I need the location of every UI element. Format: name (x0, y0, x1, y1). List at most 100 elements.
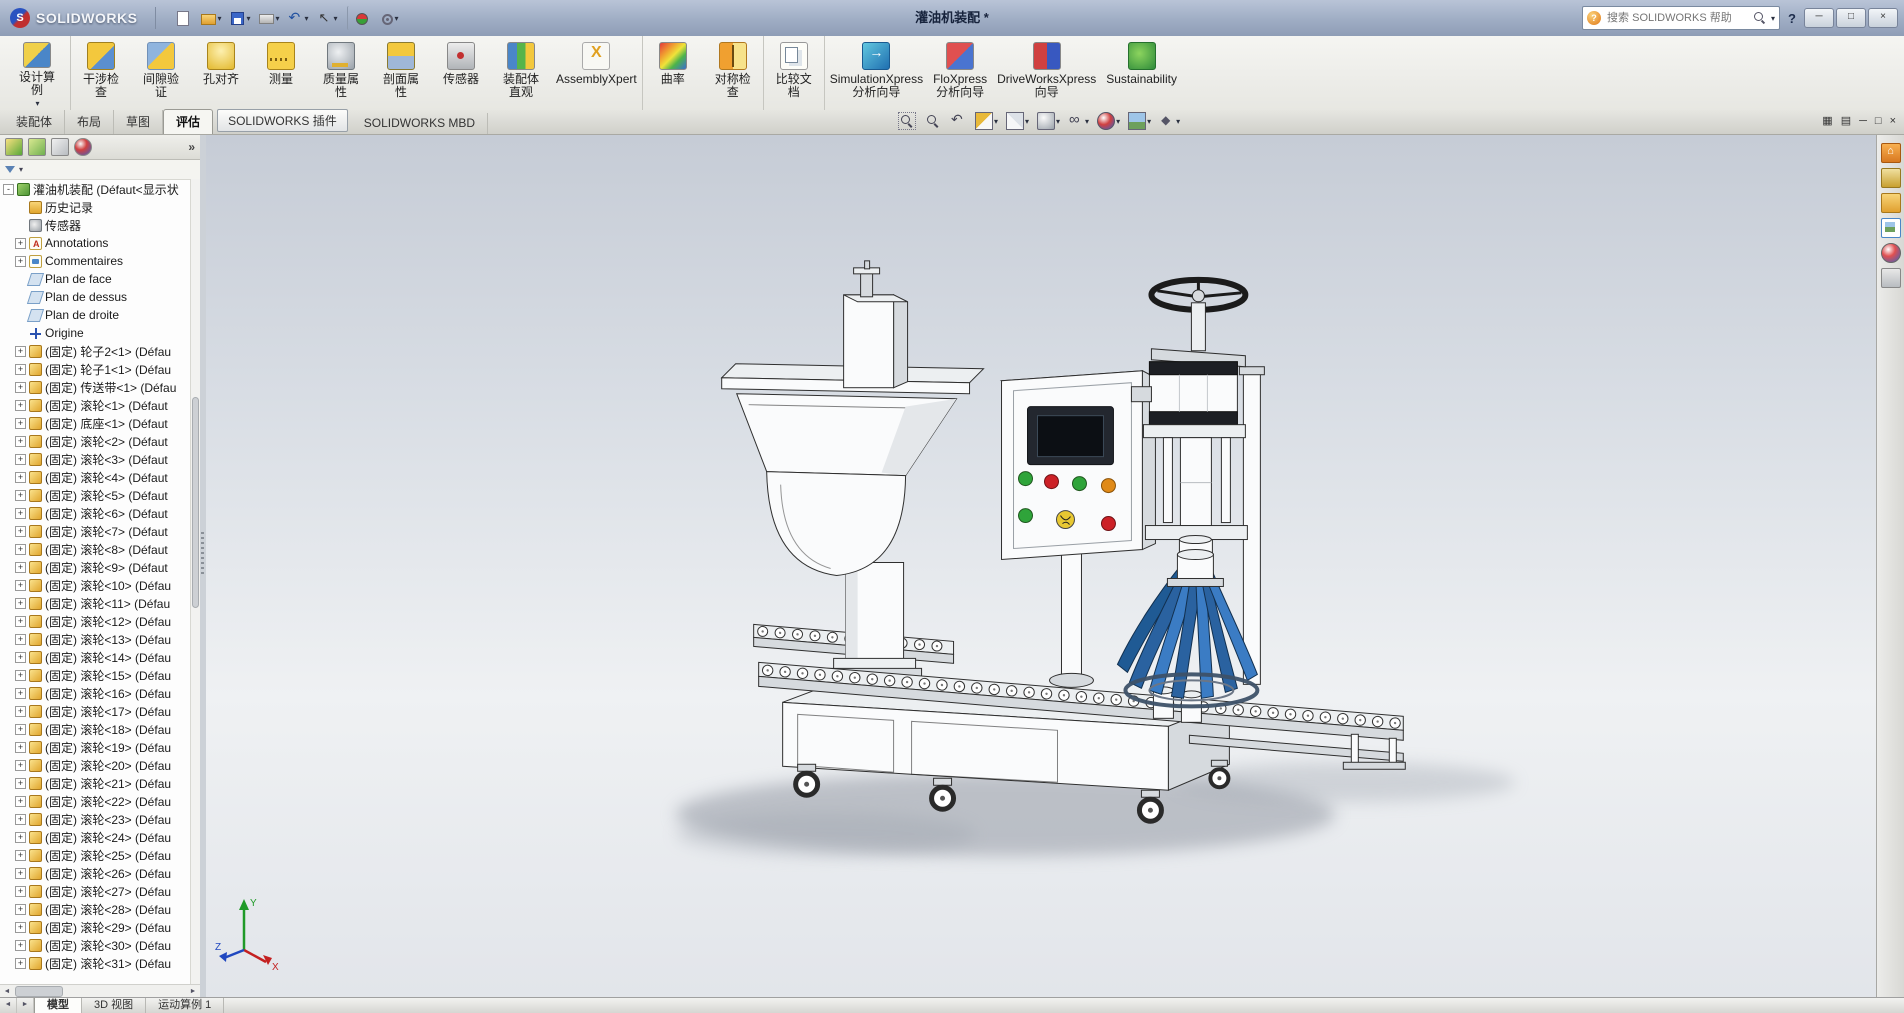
command-tab[interactable]: 装配体 (4, 110, 66, 134)
search-icon[interactable] (1754, 12, 1766, 24)
tree-expander[interactable]: + (15, 237, 26, 249)
tree-expander[interactable]: + (15, 597, 26, 609)
tree-item[interactable]: + (固定) 滚轮<10> (Défau (0, 576, 191, 594)
tree-item[interactable]: + (固定) 滚轮<28> (Défau (0, 900, 191, 918)
tree-expander[interactable] (15, 274, 26, 285)
tree-item[interactable]: + (固定) 滚轮<24> (Défau (0, 828, 191, 846)
tree-item[interactable]: + (固定) 滚轮<26> (Défau (0, 864, 191, 882)
tree-expander[interactable]: + (15, 651, 26, 663)
tree-item[interactable]: + (固定) 滚轮<1> (Défaut (0, 396, 191, 414)
tree-item[interactable]: + (固定) 滚轮<13> (Défau (0, 630, 191, 648)
tree-item[interactable]: + (固定) 滚轮<4> (Défaut (0, 468, 191, 486)
tree-item[interactable]: Plan de dessus (0, 288, 191, 306)
task-pane-icon[interactable] (1880, 243, 1901, 263)
tree-expander[interactable]: - (3, 183, 14, 195)
tree-expander[interactable]: + (15, 417, 26, 429)
ribbon-button[interactable]: 质量属 性 (311, 36, 371, 110)
tree-expander[interactable]: + (15, 525, 26, 537)
tree-expander[interactable]: + (15, 903, 26, 915)
tree-expander[interactable]: + (15, 849, 26, 861)
oil-filling-machine-model[interactable] (206, 135, 1876, 998)
tree-item[interactable]: + (固定) 滚轮<19> (Défau (0, 738, 191, 756)
tree-expander[interactable]: + (15, 381, 26, 393)
tree-item[interactable]: + (固定) 滚轮<31> (Défau (0, 954, 191, 972)
document-window-button[interactable]: ▤ (1841, 113, 1851, 129)
tree-expander[interactable]: + (15, 705, 26, 717)
tree-item[interactable]: + (固定) 轮子1<1> (Défau (0, 360, 191, 378)
tree-item[interactable]: + (固定) 滚轮<9> (Défaut (0, 558, 191, 576)
tree-expander[interactable]: + (15, 921, 26, 933)
tree-item[interactable]: + (固定) 滚轮<16> (Défau (0, 684, 191, 702)
scrollbar-thumb[interactable] (192, 396, 199, 609)
hopper-tank[interactable] (720, 260, 985, 576)
tree-item[interactable]: + (固定) 滚轮<21> (Défau (0, 774, 191, 792)
scroll-right-arrow[interactable]: ► (186, 988, 200, 995)
document-window-button[interactable]: ▦ (1822, 113, 1832, 129)
view-toolbar-button[interactable]: ▾ (1094, 111, 1123, 131)
ribbon-button[interactable]: 对称检 查 (703, 36, 763, 110)
ribbon-button[interactable]: 曲率 (641, 36, 703, 110)
task-pane-icon[interactable] (1880, 143, 1901, 163)
tree-expander[interactable]: + (15, 345, 26, 357)
tree-item[interactable]: - 灌油机装配 (Défaut<显示状 (0, 180, 191, 198)
tree-item[interactable]: + (固定) 滚轮<12> (Défau (0, 612, 191, 630)
panel-tab-icon[interactable] (74, 138, 92, 156)
command-tab[interactable]: 布局 (65, 110, 115, 134)
tree-expander[interactable]: + (15, 867, 26, 879)
tree-expander[interactable]: + (15, 633, 26, 645)
ribbon-button[interactable]: 间隙验 证 (131, 36, 191, 110)
tree-item[interactable]: + Commentaires (0, 252, 191, 270)
tree-item[interactable]: + (固定) 滚轮<20> (Défau (0, 756, 191, 774)
view-toolbar-button[interactable]: ▾ (1065, 111, 1092, 131)
tree-item[interactable]: + (固定) 传送带<1> (Défau (0, 378, 191, 396)
tree-expander[interactable]: + (15, 489, 26, 501)
tree-item[interactable]: + (固定) 滚轮<18> (Défau (0, 720, 191, 738)
quick-access-button[interactable]: ▾ (285, 6, 312, 30)
quick-access-button[interactable] (346, 6, 373, 30)
tree-expander[interactable]: + (15, 831, 26, 843)
ribbon-button[interactable]: 孔对齐 (191, 36, 251, 110)
tree-item[interactable]: 历史记录 (0, 198, 191, 216)
tree-expander[interactable]: + (15, 885, 26, 897)
tree-item[interactable]: + (固定) 滚轮<15> (Défau (0, 666, 191, 684)
ribbon-button[interactable]: AssemblyXpert (551, 36, 642, 110)
tree-item[interactable]: + (固定) 滚轮<25> (Défau (0, 846, 191, 864)
tree-item[interactable]: Plan de droite (0, 306, 191, 324)
tree-item[interactable]: + (固定) 滚轮<11> (Défau (0, 594, 191, 612)
tree-filter-bar[interactable]: ▾ (0, 160, 200, 180)
tree-expander[interactable]: + (15, 399, 26, 411)
quick-access-button[interactable]: ▾ (375, 6, 402, 30)
view-toolbar-button[interactable]: ▾ (1125, 111, 1154, 131)
view-toolbar-button[interactable] (922, 111, 945, 131)
tree-item[interactable]: + (固定) 滚轮<2> (Défaut (0, 432, 191, 450)
panel-overflow-chevron[interactable]: » (188, 140, 195, 154)
ribbon-button[interactable]: 干涉检 查 (71, 36, 131, 110)
tree-expander[interactable] (15, 202, 26, 213)
design-study-button[interactable]: 设计算 例 ▾ (4, 36, 71, 110)
view-toolbar-button[interactable]: ▾ (1034, 111, 1063, 131)
tree-expander[interactable]: + (15, 741, 26, 753)
tree-expander[interactable]: + (15, 939, 26, 951)
tree-item[interactable]: + (固定) 滚轮<22> (Défau (0, 792, 191, 810)
tree-expander[interactable]: + (15, 759, 26, 771)
ribbon-button[interactable]: 剖面属 性 (371, 36, 431, 110)
tree-expander[interactable] (15, 310, 26, 321)
ribbon-button[interactable]: Sustainability (1101, 36, 1182, 110)
study-tab-scroll-arrow[interactable]: ► (17, 998, 34, 1013)
tree-expander[interactable]: + (15, 957, 26, 969)
study-tab[interactable]: 模型 (34, 998, 82, 1013)
tree-expander[interactable] (15, 220, 26, 231)
ribbon-button[interactable]: 比较文 档 (762, 36, 824, 110)
scrollbar-thumb[interactable] (15, 986, 63, 997)
command-tab[interactable]: SOLIDWORKS 插件 (217, 109, 348, 132)
tree-expander[interactable]: + (15, 453, 26, 465)
tree-item[interactable]: + (固定) 滚轮<6> (Défaut (0, 504, 191, 522)
command-tab[interactable]: 草图 (114, 110, 164, 134)
tree-expander[interactable]: + (15, 615, 26, 627)
window-control-button[interactable]: × (1868, 8, 1898, 28)
tree-vertical-scrollbar[interactable] (190, 179, 200, 985)
panel-tab-icon[interactable] (28, 138, 46, 156)
view-toolbar-button[interactable] (895, 111, 920, 131)
tree-expander[interactable]: + (15, 363, 26, 375)
view-toolbar-button[interactable]: ▾ (1156, 111, 1183, 131)
